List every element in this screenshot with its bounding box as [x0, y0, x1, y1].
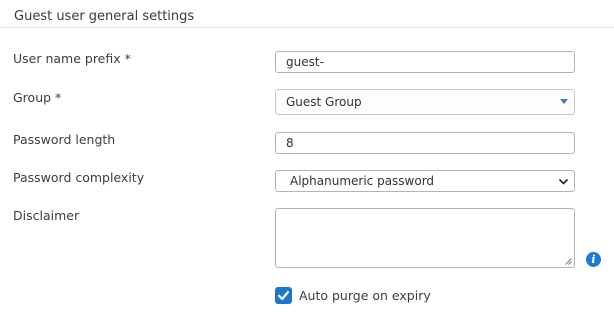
group-label: Group *	[13, 90, 62, 105]
disclaimer-label: Disclaimer	[13, 208, 80, 223]
password-length-input[interactable]: 8	[275, 132, 575, 154]
chevron-down-icon	[560, 99, 568, 104]
info-icon[interactable]: i	[586, 252, 601, 267]
password-complexity-select[interactable]: Alphanumeric password	[275, 170, 575, 192]
resize-handle-icon[interactable]	[565, 258, 572, 265]
section-divider	[0, 27, 614, 28]
prefix-input[interactable]: guest-	[275, 51, 575, 73]
auto-purge-checkbox[interactable]	[275, 287, 292, 304]
check-icon	[277, 290, 290, 301]
password-complexity-value: Alphanumeric password	[290, 174, 435, 188]
password-length-label: Password length	[13, 132, 116, 147]
group-select[interactable]: Guest Group	[275, 89, 575, 115]
password-complexity-label: Password complexity	[13, 170, 145, 185]
chevron-down-icon	[558, 178, 569, 185]
disclaimer-textarea[interactable]	[275, 208, 575, 268]
prefix-label: User name prefix *	[13, 51, 131, 66]
group-select-value: Guest Group	[286, 95, 362, 109]
auto-purge-label: Auto purge on expiry	[299, 288, 431, 303]
section-title: Guest user general settings	[14, 9, 195, 24]
